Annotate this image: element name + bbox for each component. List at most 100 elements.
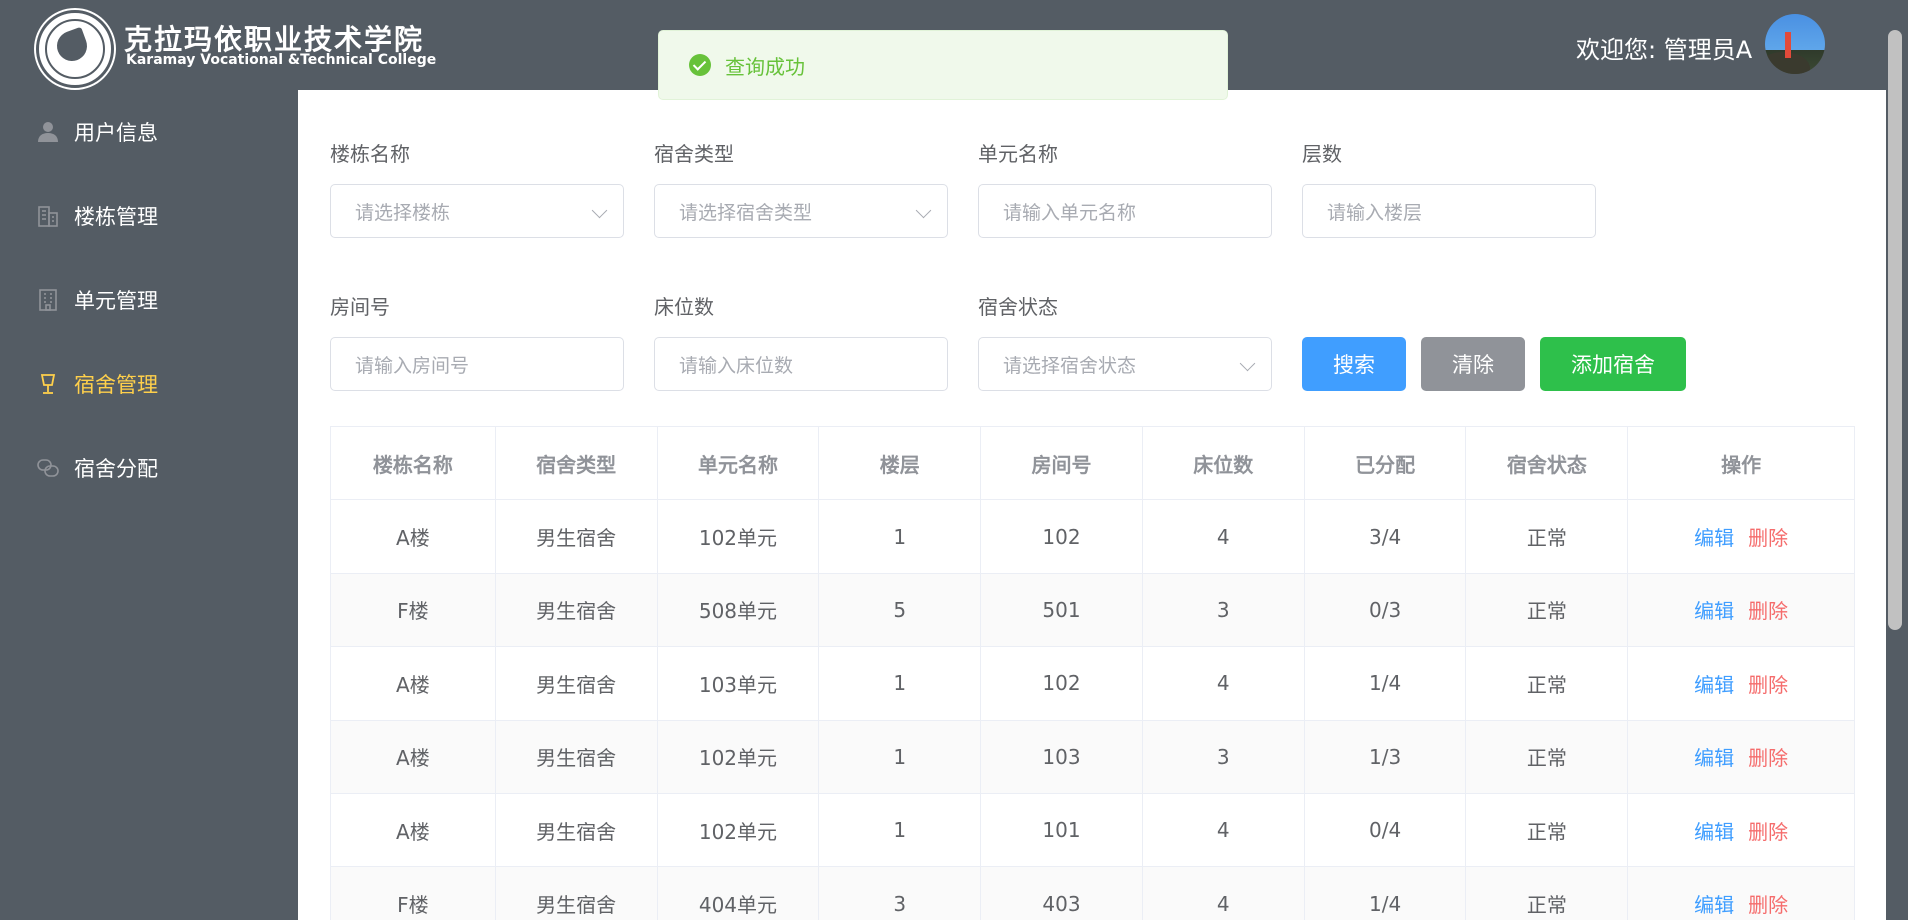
table-cell: 1 — [819, 793, 982, 867]
table-cell: 男生宿舍 — [496, 500, 658, 573]
sidebar-item-dorm-assignment[interactable]: 宿舍分配 — [0, 426, 298, 510]
beds-input-placeholder: 请输入床位数 — [679, 354, 794, 377]
table-cell: 男生宿舍 — [496, 573, 658, 647]
column-header: 已分配 — [1305, 427, 1467, 500]
actions-cell: 编辑 删除 — [1628, 574, 1854, 646]
page-scrollbar[interactable] — [1888, 30, 1902, 630]
edit-link[interactable]: 编辑 — [1694, 669, 1734, 698]
table-cell: 1 — [819, 500, 982, 573]
table-cell: 508单元 — [658, 573, 820, 647]
table-cell: 4 — [1143, 647, 1305, 720]
dorm-type-label: 宿舍类型 — [654, 142, 734, 166]
add-dorm-button[interactable]: 添加宿舍 — [1540, 337, 1686, 391]
delete-link[interactable]: 删除 — [1748, 595, 1788, 624]
link-icon — [36, 456, 60, 480]
floor-input[interactable]: 请输入楼层 — [1302, 184, 1596, 238]
floor-input-placeholder: 请输入楼层 — [1327, 201, 1423, 224]
delete-link[interactable]: 删除 — [1748, 669, 1788, 698]
edit-link[interactable]: 编辑 — [1694, 522, 1734, 551]
table-row: F楼 男生宿舍 508单元 5 501 3 0/3 正常 编辑 删除 — [331, 573, 1854, 648]
actions-cell: 编辑 删除 — [1628, 867, 1854, 920]
lamp-icon — [36, 372, 60, 396]
table-cell: 正常 — [1466, 867, 1629, 920]
table-cell: 102 — [981, 647, 1143, 720]
avatar[interactable] — [1765, 14, 1825, 74]
table-cell: 男生宿舍 — [496, 720, 658, 793]
table-cell: A楼 — [331, 647, 496, 720]
column-header: 楼栋名称 — [331, 427, 496, 500]
status-select[interactable]: 请选择宿舍状态 — [978, 337, 1272, 391]
check-circle-icon — [689, 54, 711, 76]
success-toast: 查询成功 — [658, 30, 1228, 100]
room-label: 房间号 — [330, 295, 390, 319]
table-cell: 1/4 — [1305, 867, 1467, 920]
sidebar-item-label: 楼栋管理 — [74, 205, 158, 229]
column-header: 房间号 — [981, 427, 1143, 500]
table-cell: 403 — [981, 867, 1143, 920]
table-row: A楼 男生宿舍 102单元 1 103 3 1/3 正常 编辑 删除 — [331, 720, 1854, 794]
table-cell: 103 — [981, 720, 1143, 793]
sidebar-item-dorm-management[interactable]: 宿舍管理 — [0, 342, 298, 426]
table-row: F楼 男生宿舍 404单元 3 403 4 1/4 正常 编辑 删除 — [331, 867, 1854, 920]
table-cell: 102单元 — [658, 500, 820, 573]
actions-cell: 编辑 删除 — [1628, 794, 1854, 866]
dorm-type-select-placeholder: 请选择宿舍类型 — [679, 201, 813, 224]
table-cell: 501 — [981, 573, 1143, 647]
table-cell: 4 — [1143, 793, 1305, 867]
table-cell: 正常 — [1466, 647, 1629, 720]
building-select[interactable]: 请选择楼栋 — [330, 184, 624, 238]
table-row: A楼 男生宿舍 102单元 1 102 4 3/4 正常 编辑 删除 — [331, 500, 1854, 574]
school-name-en: Karamay Vocational &Technical College — [126, 52, 437, 68]
table-cell: 正常 — [1466, 720, 1629, 793]
beds-label: 床位数 — [654, 295, 714, 319]
status-select-placeholder: 请选择宿舍状态 — [1003, 354, 1137, 377]
chevron-down-icon — [591, 202, 608, 219]
sidebar-item-unit-management[interactable]: 单元管理 — [0, 258, 298, 342]
table-cell: 1/4 — [1305, 647, 1467, 720]
clear-button[interactable]: 清除 — [1421, 337, 1525, 391]
delete-link[interactable]: 删除 — [1748, 816, 1788, 845]
beds-input[interactable]: 请输入床位数 — [654, 337, 948, 391]
edit-link[interactable]: 编辑 — [1694, 889, 1734, 918]
table-cell: 正常 — [1466, 573, 1629, 647]
main-content: 楼栋名称 请选择楼栋 宿舍类型 请选择宿舍类型 单元名称 请输入单元名称 层数 … — [298, 90, 1886, 920]
office-icon — [36, 288, 60, 312]
table-cell: A楼 — [331, 793, 496, 867]
table-cell: A楼 — [331, 500, 496, 573]
room-input-placeholder: 请输入房间号 — [355, 354, 470, 377]
actions-cell: 编辑 删除 — [1628, 500, 1854, 572]
room-input[interactable]: 请输入房间号 — [330, 337, 624, 391]
toast-message: 查询成功 — [725, 54, 805, 79]
sidebar-item-label: 用户信息 — [74, 121, 158, 145]
table-cell: F楼 — [331, 573, 496, 647]
table-cell: 4 — [1143, 500, 1305, 573]
sidebar-item-label: 单元管理 — [74, 289, 158, 313]
edit-link[interactable]: 编辑 — [1694, 816, 1734, 845]
chevron-down-icon — [1239, 355, 1256, 372]
delete-link[interactable]: 删除 — [1748, 742, 1788, 771]
building-icon — [36, 204, 60, 228]
floor-label: 层数 — [1302, 142, 1342, 166]
sidebar-item-label: 宿舍管理 — [74, 373, 158, 397]
unit-input-placeholder: 请输入单元名称 — [1003, 201, 1137, 224]
delete-link[interactable]: 删除 — [1748, 889, 1788, 918]
table-row: A楼 男生宿舍 103单元 1 102 4 1/4 正常 编辑 删除 — [331, 647, 1854, 721]
unit-input[interactable]: 请输入单元名称 — [978, 184, 1272, 238]
table-cell: 3 — [1143, 573, 1305, 647]
delete-link[interactable]: 删除 — [1748, 522, 1788, 551]
edit-link[interactable]: 编辑 — [1694, 595, 1734, 624]
table-cell: 404单元 — [658, 867, 820, 920]
edit-link[interactable]: 编辑 — [1694, 742, 1734, 771]
table-cell: 男生宿舍 — [496, 647, 658, 720]
sidebar-item-label: 宿舍分配 — [74, 457, 158, 481]
sidebar-item-building-management[interactable]: 楼栋管理 — [0, 174, 298, 258]
table-cell: 1 — [819, 720, 982, 793]
column-header: 床位数 — [1143, 427, 1305, 500]
building-label: 楼栋名称 — [330, 142, 410, 166]
chevron-down-icon — [915, 202, 932, 219]
user-icon — [36, 120, 60, 144]
dorm-type-select[interactable]: 请选择宿舍类型 — [654, 184, 948, 238]
sidebar-item-user-info[interactable]: 用户信息 — [0, 90, 298, 174]
table-cell: 正常 — [1466, 500, 1629, 573]
search-button[interactable]: 搜索 — [1302, 337, 1406, 391]
